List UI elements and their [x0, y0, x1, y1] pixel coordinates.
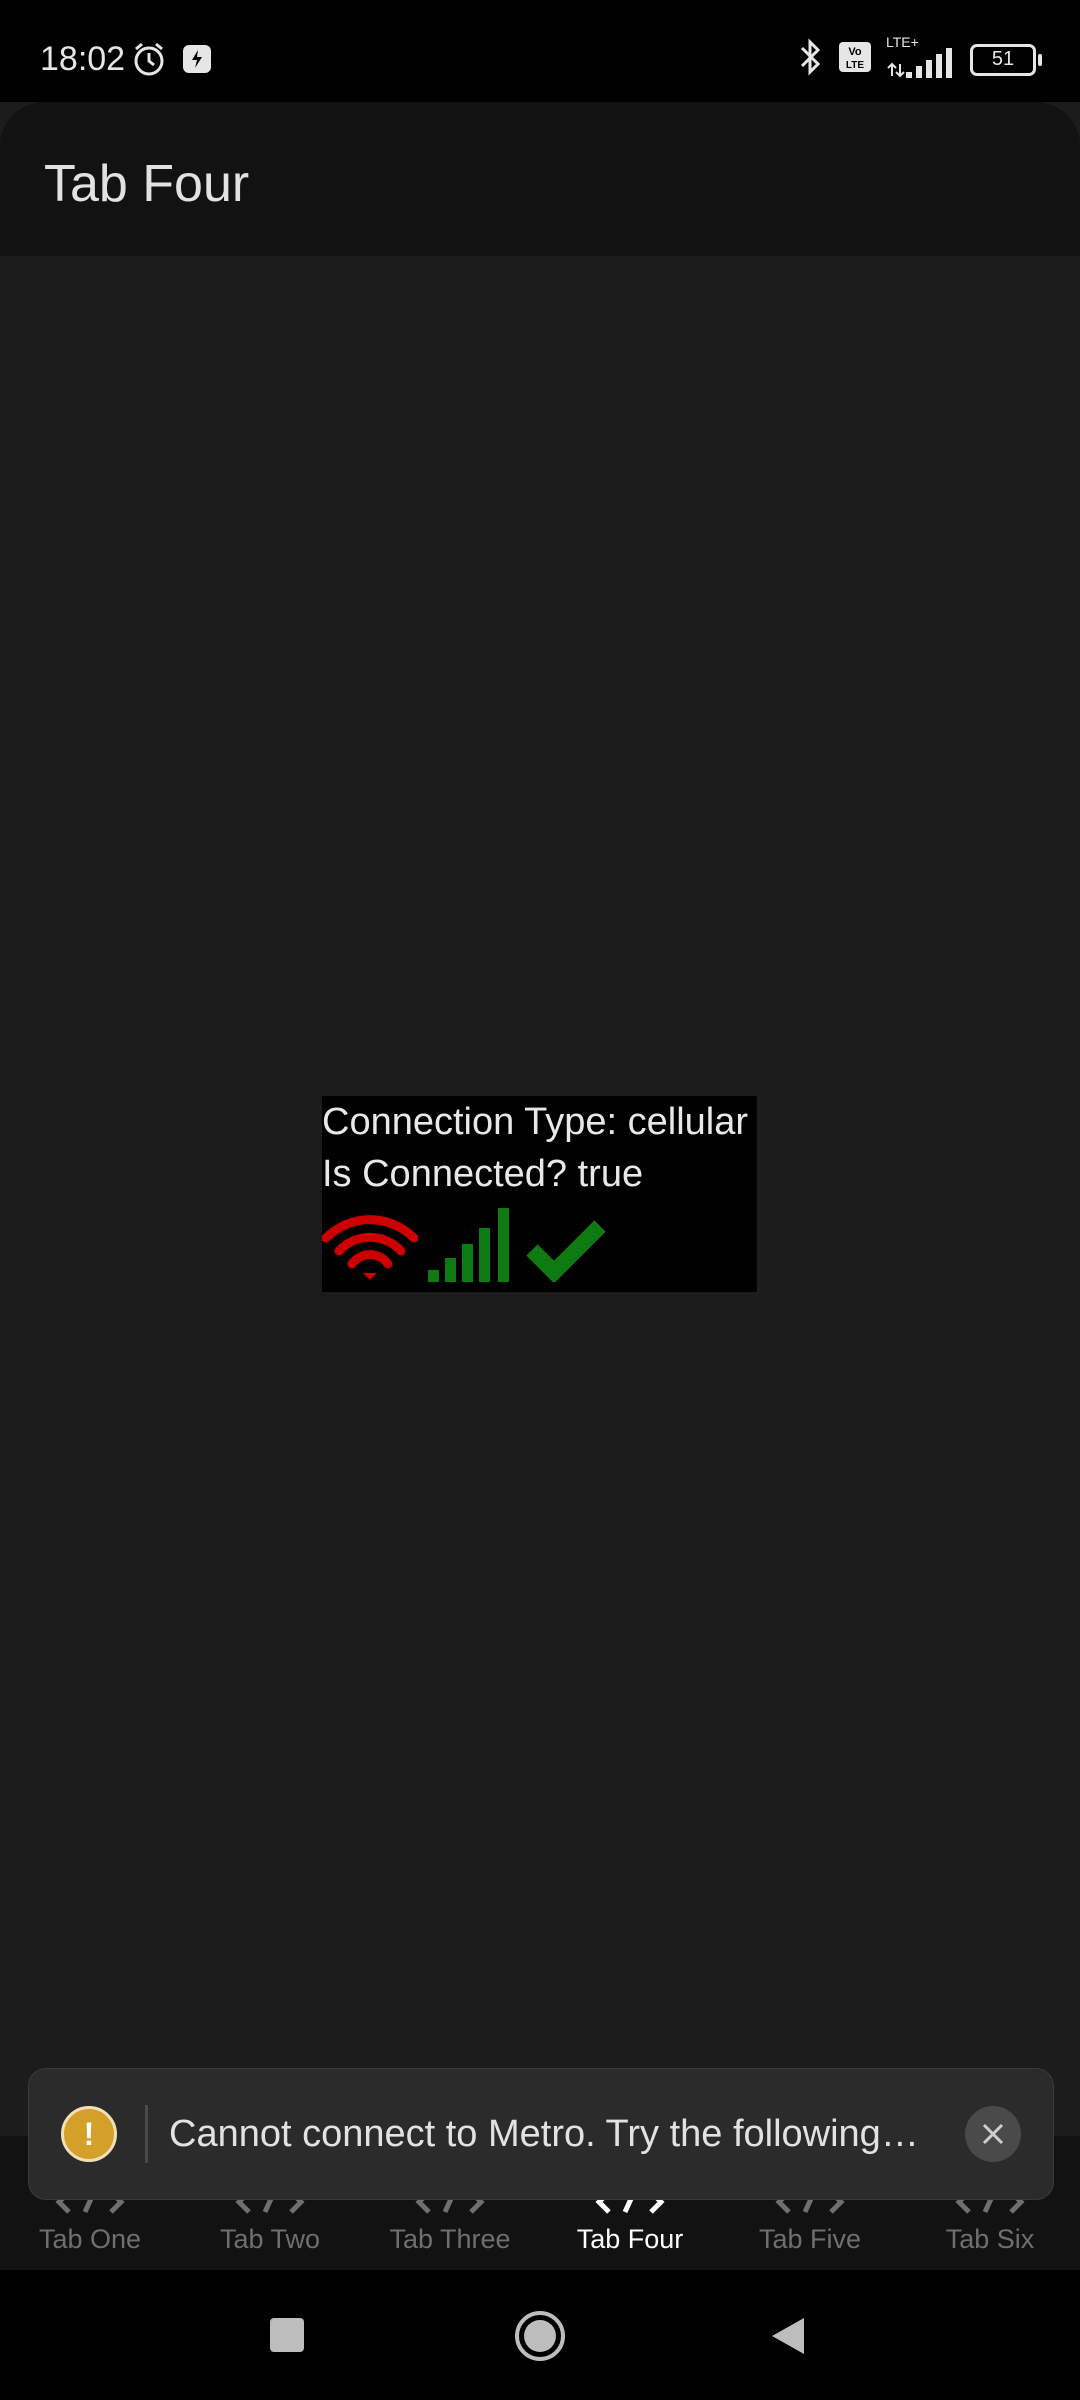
- is-connected-text: Is Connected? true: [322, 1153, 644, 1195]
- connection-info-box: Connection Type: cellular Is Connected? …: [321, 1096, 757, 1292]
- system-nav-bar: [0, 2270, 1080, 2400]
- connection-icons: [321, 1206, 757, 1287]
- tab-label: Tab One: [38, 2224, 142, 2254]
- page-title: Tab Four: [44, 155, 250, 213]
- header: Tab Four: [0, 102, 1080, 256]
- status-time: 18:02: [40, 40, 126, 78]
- home-icon[interactable]: [514, 2310, 566, 2367]
- metro-error-toast[interactable]: ! Cannot connect to Metro. Try the follo…: [28, 2068, 1054, 2200]
- warning-icon: !: [61, 2106, 117, 2162]
- app-notification-icon: [182, 44, 212, 79]
- recents-icon[interactable]: [270, 2318, 304, 2357]
- signal-icon: LTE+: [886, 34, 956, 80]
- bluetooth-icon: [798, 38, 824, 81]
- tab-label: Tab Five: [758, 2224, 862, 2254]
- wifi-icon: [321, 1210, 419, 1287]
- close-icon[interactable]: [965, 2106, 1021, 2162]
- connection-type-text: Connection Type: cellular: [322, 1101, 748, 1143]
- toast-divider: [145, 2105, 148, 2163]
- back-icon[interactable]: [770, 2316, 806, 2361]
- svg-text:LTE: LTE: [846, 60, 864, 71]
- tab-label: Tab Six: [945, 2224, 1035, 2254]
- status-bar: 18:02 Vo LTE LTE+ 51: [0, 0, 1080, 102]
- volte-icon: Vo LTE: [838, 41, 872, 78]
- checkmark-icon: [526, 1216, 606, 1287]
- tab-label: Tab Two: [219, 2224, 321, 2254]
- tab-label: Tab Three: [389, 2224, 511, 2254]
- alarm-icon: [130, 40, 168, 83]
- battery-icon: 51: [970, 43, 1042, 76]
- cellular-signal-icon: [426, 1206, 518, 1287]
- toast-message: Cannot connect to Metro. Try the followi…: [169, 2113, 919, 2155]
- svg-text:Vo: Vo: [848, 46, 862, 58]
- battery-level: 51: [991, 48, 1015, 70]
- tab-label: Tab Four: [576, 2224, 684, 2254]
- content-area: Connection Type: cellular Is Connected? …: [0, 256, 1080, 2136]
